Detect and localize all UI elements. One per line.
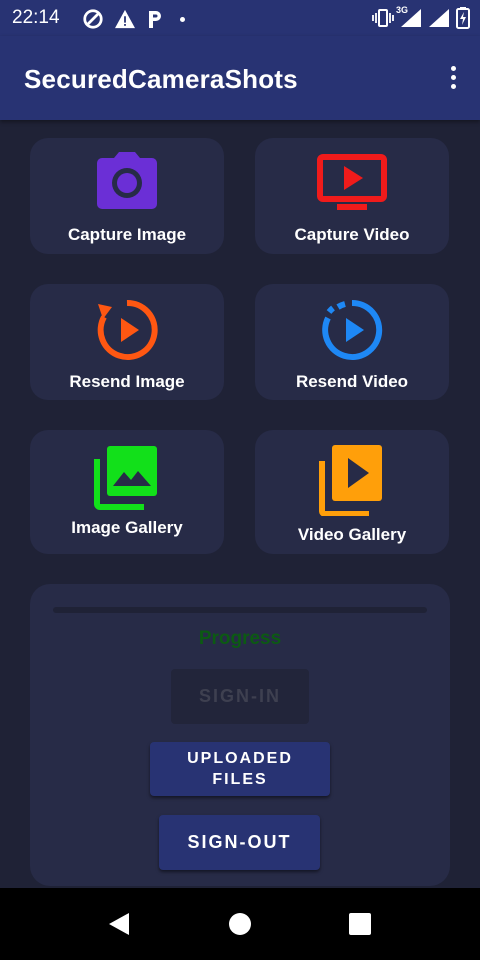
sign-in-button[interactable]: SIGN-IN — [171, 669, 309, 724]
notification-icons — [82, 8, 185, 30]
signal-3g-icon: 3G — [396, 5, 422, 28]
home-icon[interactable] — [229, 913, 251, 935]
tile-label: Video Gallery — [297, 525, 407, 544]
tv-play-icon — [317, 154, 387, 210]
more-notifications-dot-icon — [180, 16, 185, 22]
uploaded-files-button[interactable]: UPLOADED FILES — [150, 742, 330, 796]
progress-bar — [53, 607, 427, 613]
replay-video-icon — [322, 299, 383, 360]
navigation-bar — [0, 888, 480, 960]
system-icons: 3G — [372, 5, 470, 29]
status-time: 22:14 — [12, 7, 60, 28]
tile-label: Resend Video — [295, 372, 409, 391]
tile-label: Capture Video — [294, 225, 410, 244]
more-vert-icon[interactable] — [448, 66, 458, 92]
back-icon[interactable] — [108, 912, 130, 936]
vibrate-icon — [372, 9, 394, 27]
tile-label: Resend Image — [69, 372, 185, 391]
network-type: 3G — [396, 5, 409, 15]
app-title: SecuredCameraShots — [24, 64, 298, 94]
resend-video-button[interactable]: Resend Video — [255, 284, 449, 400]
capture-video-button[interactable]: Capture Video — [255, 138, 449, 254]
sign-out-button[interactable]: SIGN-OUT — [159, 815, 320, 870]
resend-image-button[interactable]: Resend Image — [30, 284, 224, 400]
recents-icon[interactable] — [349, 913, 371, 935]
video-library-icon — [319, 445, 382, 516]
image-gallery-button[interactable]: Image Gallery — [30, 430, 224, 554]
status-bar: 22:14 3G — [0, 0, 480, 36]
do-not-disturb-icon — [83, 9, 103, 29]
parking-icon — [149, 11, 161, 28]
camera-icon — [97, 152, 157, 209]
video-gallery-button[interactable]: Video Gallery — [255, 430, 449, 554]
capture-image-button[interactable]: Capture Image — [30, 138, 224, 254]
app-bar: SecuredCameraShots — [0, 36, 480, 120]
tile-label: Image Gallery — [71, 518, 183, 537]
photo-library-icon — [94, 446, 157, 510]
progress-label: Progress — [198, 628, 282, 649]
battery-charging-icon — [456, 7, 470, 29]
account-panel: Progress SIGN-IN UPLOADED FILES SIGN-OUT — [30, 584, 450, 886]
signal-icon — [429, 9, 449, 27]
tile-label: Capture Image — [67, 225, 187, 244]
warning-icon — [115, 9, 135, 29]
replay-image-icon — [97, 299, 158, 360]
